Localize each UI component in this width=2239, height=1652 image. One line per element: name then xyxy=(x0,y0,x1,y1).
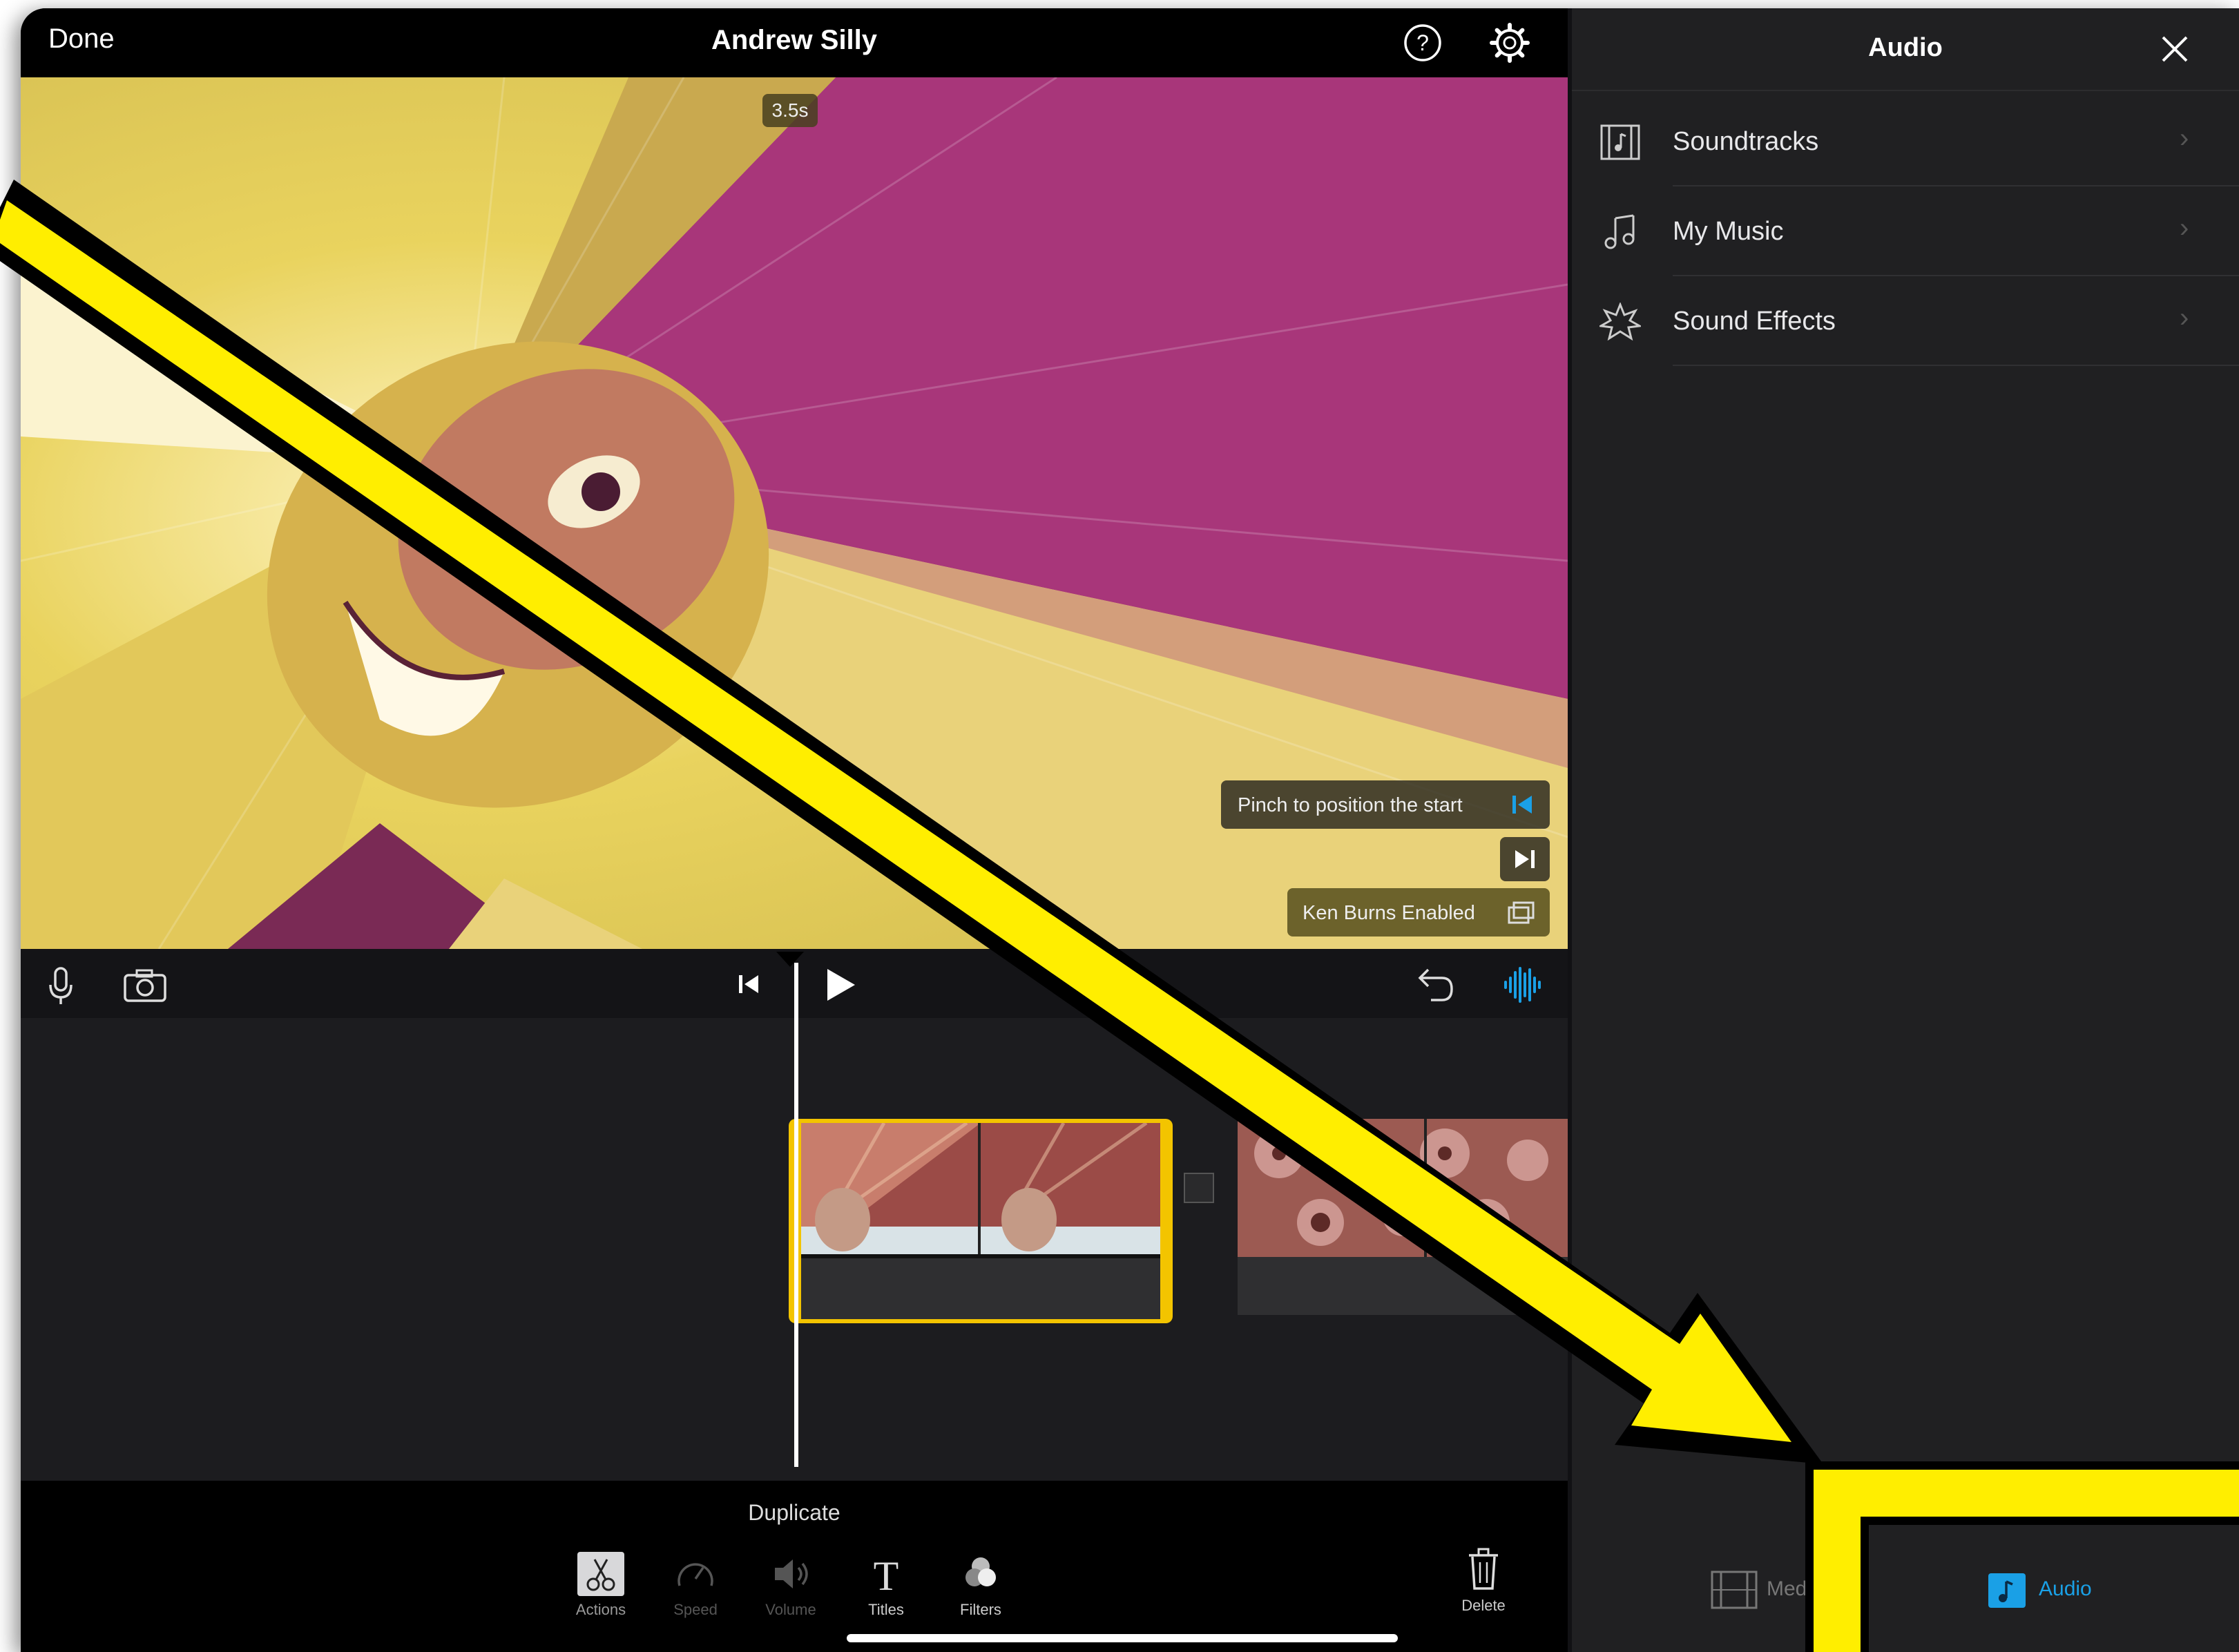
annotation-arrow-icon xyxy=(0,180,1823,1464)
tutorial-annotation xyxy=(0,180,2239,1652)
